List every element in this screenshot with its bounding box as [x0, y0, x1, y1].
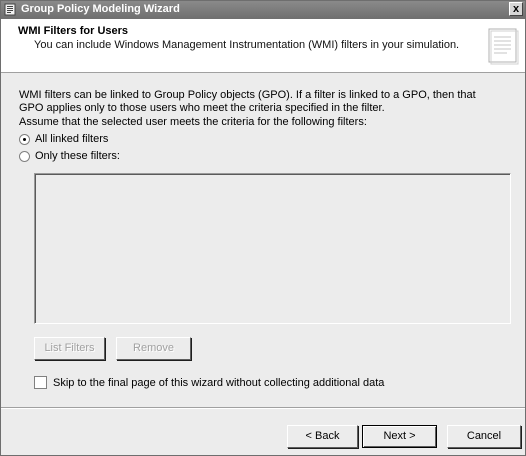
wizard-window: Group Policy Modeling Wizard x WMI Filte…: [0, 0, 526, 456]
page-title: WMI Filters for Users: [18, 25, 129, 37]
assume-text: Assume that the selected user meets the …: [19, 116, 367, 128]
radio-all-label: All linked filters: [35, 133, 109, 145]
group-policy-icon: [4, 3, 16, 16]
wizard-header: WMI Filters for Users You can include Wi…: [1, 19, 525, 73]
window-title: Group Policy Modeling Wizard: [21, 3, 180, 15]
radio-button-unchecked[interactable]: [19, 150, 30, 162]
skip-option[interactable]: Skip to the final page of this wizard wi…: [34, 376, 384, 389]
description-line-1: WMI filters can be linked to Group Polic…: [19, 89, 476, 101]
radio-only-label: Only these filters:: [35, 150, 120, 162]
radio-only-these-filters[interactable]: Only these filters:: [19, 150, 120, 162]
remove-button[interactable]: Remove: [116, 337, 191, 360]
description-line-2: GPO applies only to those users who meet…: [19, 102, 385, 114]
skip-label: Skip to the final page of this wizard wi…: [53, 376, 385, 389]
title-bar[interactable]: Group Policy Modeling Wizard x: [1, 1, 525, 19]
radio-all-linked-filters[interactable]: All linked filters: [19, 133, 108, 145]
radio-button-checked[interactable]: [19, 133, 30, 145]
skip-checkbox[interactable]: [34, 376, 47, 389]
page-subtitle: You can include Windows Management Instr…: [34, 39, 460, 51]
footer-divider: [1, 407, 525, 409]
wizard-content: WMI filters can be linked to Group Polic…: [1, 74, 525, 408]
list-filters-button[interactable]: List Filters: [34, 337, 105, 360]
description-text: WMI filters can be linked to Group Polic…: [19, 89, 509, 115]
close-button[interactable]: x: [509, 2, 523, 16]
document-icon: [488, 28, 519, 65]
cancel-button[interactable]: Cancel: [447, 425, 521, 448]
next-button[interactable]: Next >: [362, 425, 437, 448]
back-button[interactable]: < Back: [287, 425, 358, 448]
filter-list-box[interactable]: [34, 173, 511, 324]
close-icon: x: [512, 3, 520, 15]
